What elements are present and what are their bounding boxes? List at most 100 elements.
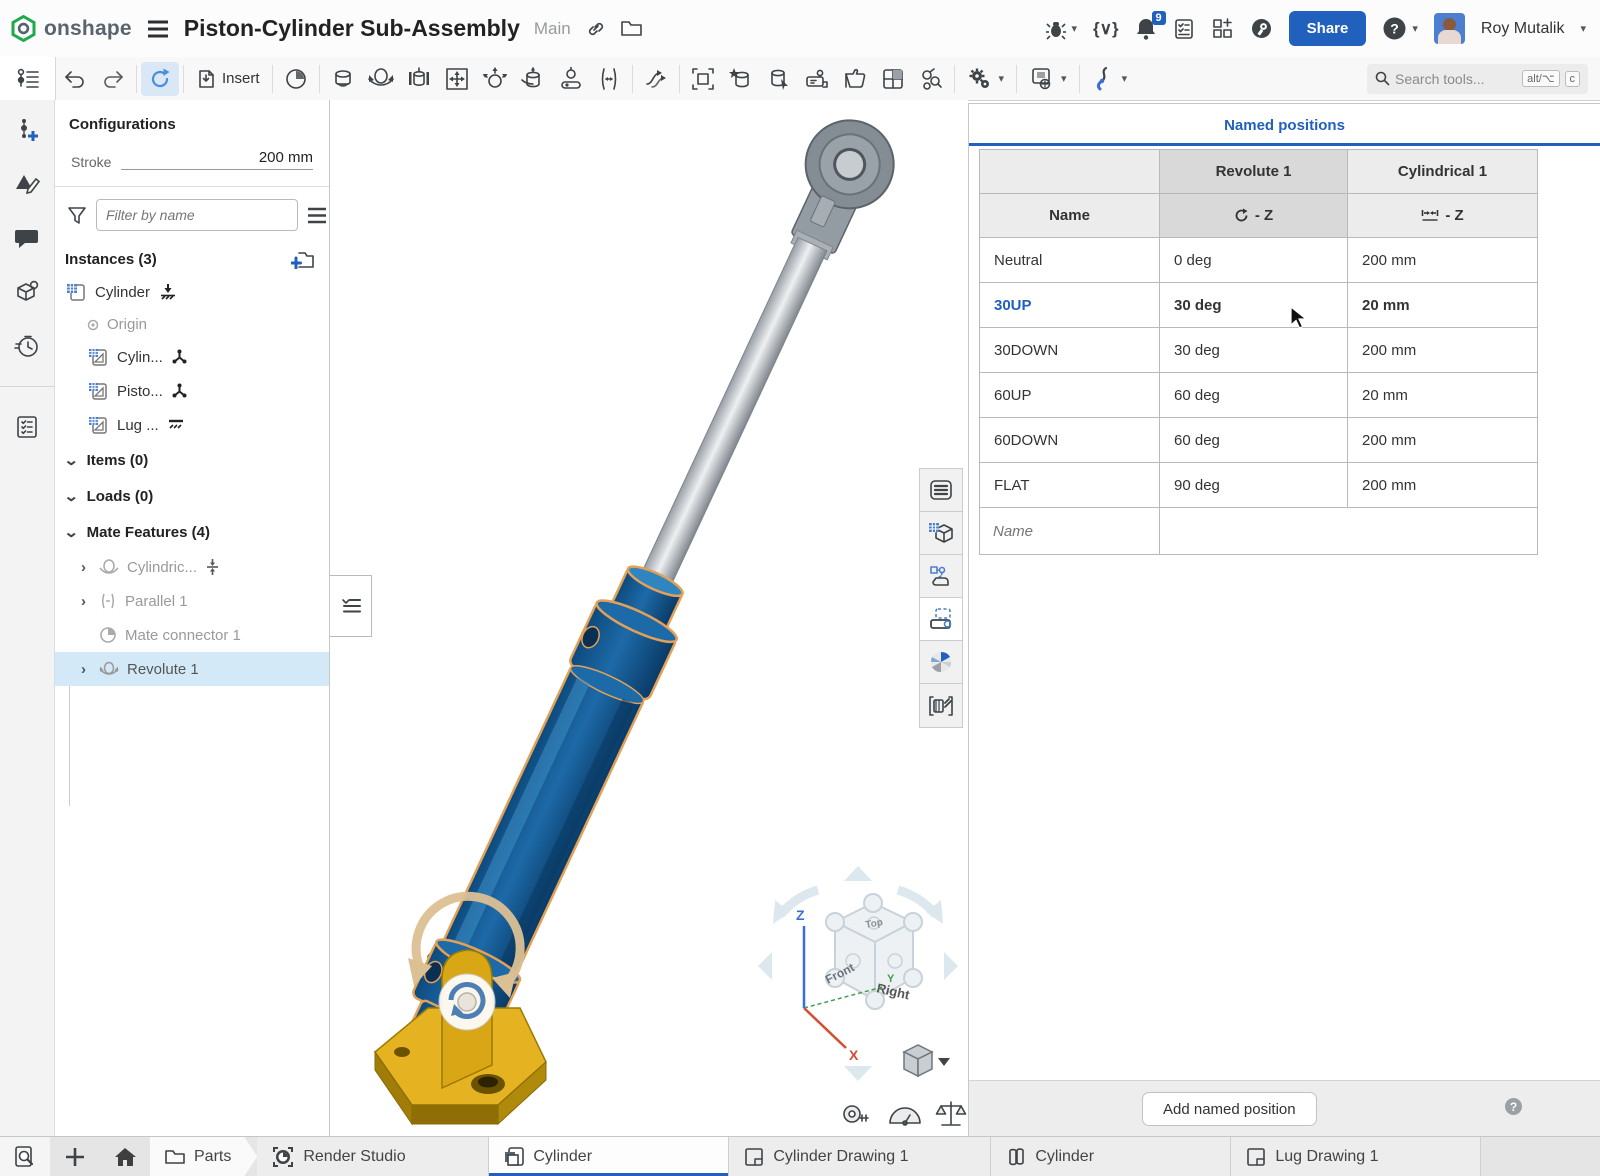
learning-center-icon[interactable] xyxy=(1250,17,1273,40)
rotate-tool-button[interactable] xyxy=(141,62,179,96)
pattern-tool[interactable] xyxy=(760,62,798,96)
named-position-row[interactable]: FLAT 90 deg 200 mm xyxy=(980,463,1537,508)
user-name[interactable]: Roy Mutalik xyxy=(1481,20,1565,38)
cylindrical-column-header[interactable]: Cylindrical 1 xyxy=(1348,150,1537,194)
tree-item-pisto[interactable]: Pisto... xyxy=(55,374,329,408)
replicate-tool[interactable] xyxy=(798,62,836,96)
tab-cylinder-partstudio[interactable]: Cylinder xyxy=(991,1137,1231,1176)
insert-button[interactable]: Insert xyxy=(188,62,268,96)
scales-icon[interactable] xyxy=(937,1102,966,1125)
named-positions-button[interactable] xyxy=(920,598,962,641)
section-loads[interactable]: ⌄ Loads (0) xyxy=(55,478,329,514)
named-position-row[interactable]: 30UP 30 deg 20 mm xyxy=(980,283,1537,328)
onshape-logo[interactable]: onshape xyxy=(10,15,132,42)
exploded-view-tool[interactable] xyxy=(912,62,950,96)
sidebar-flyout-handle[interactable] xyxy=(330,575,372,637)
tab-render-studio[interactable]: Render Studio xyxy=(257,1137,489,1176)
mate-relations-tool[interactable] xyxy=(637,62,675,96)
cylindrical-value-cell[interactable]: 200 mm xyxy=(1348,238,1537,283)
revolute-value-cell[interactable]: 30 deg xyxy=(1160,283,1348,328)
cylindrical-value-cell[interactable]: 20 mm xyxy=(1348,373,1537,418)
search-tabs-button[interactable] xyxy=(0,1137,50,1176)
create-tab-button[interactable] xyxy=(50,1137,100,1176)
history-panel-button[interactable] xyxy=(9,330,45,362)
redo-button[interactable] xyxy=(94,62,132,96)
help-button[interactable]: ? ▾ xyxy=(1382,16,1418,41)
appearances-button[interactable] xyxy=(920,641,962,684)
piston-rod[interactable] xyxy=(622,229,835,619)
section-items[interactable]: ⌄ Items (0) xyxy=(55,442,329,478)
mate-item-revolute[interactable]: › Revolute 1 xyxy=(55,652,329,686)
help-icon[interactable]: ? xyxy=(1505,1098,1522,1115)
comments-list-button[interactable] xyxy=(920,469,962,512)
named-position-row[interactable]: 30DOWN 30 deg 200 mm xyxy=(980,328,1537,373)
search-tools-box[interactable]: Search tools... alt/⌥ c xyxy=(1367,64,1588,94)
view-cube[interactable]: Top Front Right Z X Y xyxy=(758,866,958,1081)
assembly-features-menu[interactable]: ▾ xyxy=(959,62,1013,96)
configuration-row-stroke[interactable]: Stroke 200 mm xyxy=(55,137,329,176)
named-position-row[interactable]: Neutral 0 deg 200 mm xyxy=(980,238,1537,283)
filter-input[interactable] xyxy=(96,199,298,231)
tasks-icon[interactable] xyxy=(1173,18,1195,40)
featurescript-icon[interactable]: {∨} xyxy=(1093,19,1119,39)
configurations-button[interactable] xyxy=(920,512,962,555)
appearance-panel-button[interactable] xyxy=(9,168,45,200)
revolute-mate-tool[interactable] xyxy=(362,62,400,96)
display-options-button[interactable] xyxy=(920,684,962,727)
snapshots-button[interactable] xyxy=(920,555,962,598)
tangent-mate-tool[interactable] xyxy=(722,62,760,96)
workspace-name[interactable]: Main xyxy=(534,19,571,39)
list-options-icon[interactable] xyxy=(307,207,327,224)
add-instance-icon[interactable] xyxy=(291,249,315,269)
position-name-cell[interactable]: 60UP xyxy=(980,373,1160,418)
filter-icon[interactable] xyxy=(67,206,87,225)
view-cube-menu[interactable] xyxy=(904,1045,950,1076)
revolute-value-cell[interactable]: 60 deg xyxy=(1160,418,1348,463)
notifications-button[interactable]: 9 xyxy=(1135,17,1157,40)
new-position-name-input[interactable] xyxy=(980,508,1160,554)
mass-properties-icon[interactable] xyxy=(890,1108,920,1125)
section-mate-features[interactable]: ⌄ Mate Features (4) xyxy=(55,514,329,550)
position-name-cell[interactable]: 60DOWN xyxy=(980,418,1160,463)
snap-mode-tool[interactable] xyxy=(836,62,874,96)
position-name-cell[interactable]: 30DOWN xyxy=(980,328,1160,373)
named-position-row[interactable]: 60UP 60 deg 20 mm xyxy=(980,373,1537,418)
caret-down-icon[interactable]: ▾ xyxy=(1580,22,1586,35)
named-position-row[interactable]: 60DOWN 60 deg 200 mm xyxy=(980,418,1537,463)
pin-slot-mate-tool[interactable] xyxy=(552,62,590,96)
tree-item-origin[interactable]: Origin xyxy=(55,309,329,340)
revolute-value-cell[interactable]: 90 deg xyxy=(1160,463,1348,508)
tree-item-cylinder-assembly[interactable]: Cylinder xyxy=(55,275,329,309)
revolute-value-cell[interactable]: 30 deg xyxy=(1160,328,1348,373)
tape-measure-icon[interactable] xyxy=(844,1106,868,1122)
position-name-cell[interactable]: Neutral xyxy=(980,238,1160,283)
parallel-mate-tool[interactable] xyxy=(590,62,628,96)
selection-frame-tool[interactable] xyxy=(684,62,722,96)
tab-parts[interactable]: Parts xyxy=(150,1137,257,1176)
tab-cylinder-drawing[interactable]: Cylinder Drawing 1 xyxy=(729,1137,991,1176)
assembly-panel-toggle[interactable] xyxy=(0,57,56,100)
mate-item-parallel[interactable]: › Parallel 1 xyxy=(55,584,329,618)
planar-mate-tool[interactable] xyxy=(438,62,476,96)
configurations-panel-button[interactable] xyxy=(9,114,45,146)
named-views-tool[interactable] xyxy=(874,62,912,96)
tab-lug-drawing[interactable]: Lug Drawing 1 xyxy=(1231,1137,1481,1176)
tree-item-lug[interactable]: Lug ... xyxy=(55,408,329,442)
folder-icon[interactable] xyxy=(620,19,643,38)
position-name-cell[interactable]: 30UP xyxy=(980,283,1160,328)
revolute-column-header[interactable]: Revolute 1 xyxy=(1160,150,1348,194)
mate-connector-tool[interactable] xyxy=(277,62,315,96)
revolute-value-cell[interactable]: 60 deg xyxy=(1160,373,1348,418)
section-view-menu[interactable]: ▾ xyxy=(1084,62,1136,96)
tree-item-cylin[interactable]: Cylin... xyxy=(55,340,329,374)
mate-item-connector[interactable]: Mate connector 1 xyxy=(55,618,329,652)
apps-grid-icon[interactable] xyxy=(1211,17,1234,40)
cylindrical-value-cell[interactable]: 200 mm xyxy=(1348,463,1537,508)
tab-cylinder-assembly[interactable]: Cylinder xyxy=(489,1137,729,1176)
avatar[interactable] xyxy=(1434,13,1465,44)
fastened-mate-tool[interactable] xyxy=(324,62,362,96)
cylindrical-mate-tool[interactable] xyxy=(514,62,552,96)
report-issue-button[interactable]: ▾ xyxy=(1045,18,1077,40)
bom-panel-button[interactable] xyxy=(9,411,45,443)
revolute-value-cell[interactable]: 0 deg xyxy=(1160,238,1348,283)
